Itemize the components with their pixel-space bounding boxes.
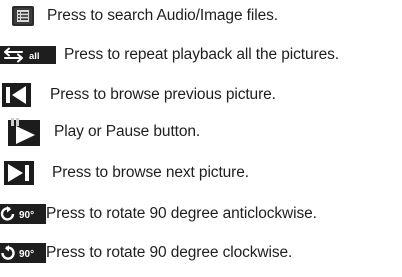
legend-item-search-label: Press to search Audio/Image files. xyxy=(47,7,278,24)
legend-item-next: Press to browse next picture. xyxy=(0,160,249,186)
rotate-anticlockwise-90-icon: 90° xyxy=(0,204,46,224)
legend-item-next-label: Press to browse next picture. xyxy=(52,164,249,181)
repeat-all-icon: all xyxy=(0,46,56,64)
next-picture-icon xyxy=(4,161,34,185)
legend-item-repeat-all: all Press to repeat playback all the pic… xyxy=(0,42,339,68)
legend-item-play-pause: Play or Pause button. xyxy=(0,118,201,146)
rotate-clockwise-icon-text: 90° xyxy=(19,249,34,260)
rotate-anticlockwise-icon-text: 90° xyxy=(19,210,34,221)
previous-picture-icon xyxy=(2,83,31,107)
legend-item-previous-label: Press to browse previous picture. xyxy=(50,86,276,103)
rotate-clockwise-90-icon: 90° xyxy=(0,243,46,263)
legend-item-previous: Press to browse previous picture. xyxy=(0,82,276,108)
play-pause-icon xyxy=(8,118,40,146)
legend-item-repeat-all-label: Press to repeat playback all the picture… xyxy=(64,46,339,63)
repeat-all-icon-text: all xyxy=(29,51,40,62)
search-list-icon xyxy=(12,6,34,26)
legend-item-rotate-anticlockwise: 90° Press to rotate 90 degree anticlockw… xyxy=(0,201,317,227)
legend-item-rotate-clockwise-label: Press to rotate 90 degree clockwise. xyxy=(46,244,293,261)
legend-item-rotate-anticlockwise-label: Press to rotate 90 degree anticlockwise. xyxy=(46,205,317,222)
legend-item-rotate-clockwise: 90° Press to rotate 90 degree clockwise. xyxy=(0,240,292,266)
legend-item-play-pause-label: Play or Pause button. xyxy=(54,123,201,140)
legend-item-search: Press to search Audio/Image files. xyxy=(0,3,278,29)
